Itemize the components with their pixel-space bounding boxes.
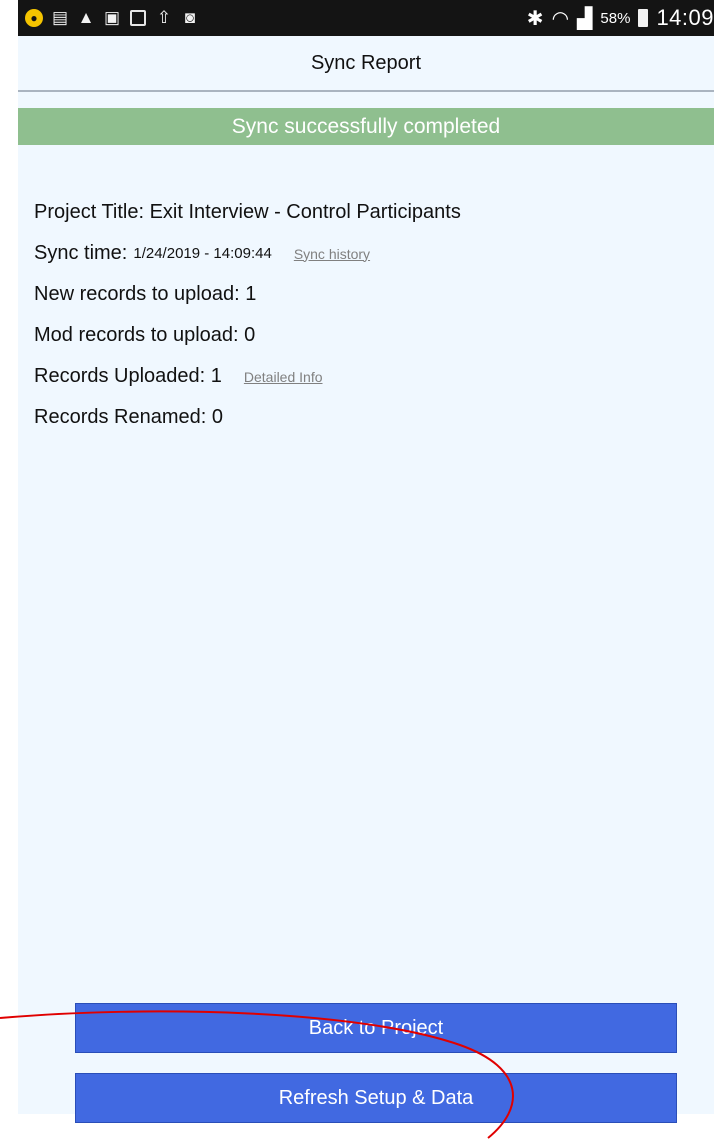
back-to-project-button[interactable]: Back to Project xyxy=(75,1003,677,1053)
records-renamed: Records Renamed: 0 xyxy=(34,406,223,428)
sync-time-label: Sync time: xyxy=(34,242,128,264)
lock-circle-icon: ● xyxy=(24,8,44,28)
refresh-setup-data-button[interactable]: Refresh Setup & Data xyxy=(75,1073,677,1123)
sync-report: Project Title: Exit Interview - Control … xyxy=(34,192,694,438)
records-uploaded: Records Uploaded: 1 xyxy=(34,365,222,387)
app-header: Sync Report xyxy=(18,36,714,92)
bluetooth-icon: ✱ xyxy=(526,7,544,30)
status-bar: ● ▤ ▲ ▣ ⇧ ◙ ✱ ◠ ▟ 58% 14:09 xyxy=(18,0,714,36)
image-icon xyxy=(128,8,148,28)
back-to-project-label: Back to Project xyxy=(308,1016,444,1039)
app-screen: ● ▤ ▲ ▣ ⇧ ◙ ✱ ◠ ▟ 58% 14:09 Sync Report … xyxy=(18,0,714,1123)
page-title: Sync Report xyxy=(310,51,422,74)
notification-icons: ● ▤ ▲ ▣ ⇧ ◙ xyxy=(18,8,200,28)
refresh-setup-data-label: Refresh Setup & Data xyxy=(278,1086,474,1109)
battery-icon xyxy=(638,9,649,27)
clock: 14:09 xyxy=(656,5,714,30)
project-title-row: Project Title: Exit Interview - Control … xyxy=(34,192,694,233)
wifi-icon: ◠ xyxy=(551,7,570,30)
system-icons: ✱ ◠ ▟ 58% 14:09 xyxy=(527,5,714,31)
shield-icon: ◙ xyxy=(184,8,196,27)
mod-records: Mod records to upload: 0 xyxy=(34,324,256,346)
success-banner: Sync successfully completed xyxy=(18,108,714,145)
warning-icon: ▲ xyxy=(77,8,95,27)
signal-icon: ▟ xyxy=(577,7,593,30)
battery-percent: 58% xyxy=(600,9,631,27)
gallery-icon: ▣ xyxy=(103,8,121,27)
detailed-info-link[interactable]: Detailed Info xyxy=(244,369,323,385)
sync-time-row: Sync time: 1/24/2019 - 14:09:44 Sync his… xyxy=(34,233,694,274)
records-renamed-row: Records Renamed: 0 xyxy=(34,397,694,438)
records-uploaded-row: Records Uploaded: 1 Detailed Info xyxy=(34,356,694,397)
sync-time-value: 1/24/2019 - 14:09:44 xyxy=(133,245,272,262)
banner-text: Sync successfully completed xyxy=(231,114,501,138)
upload-icon: ⇧ xyxy=(156,8,172,27)
project-title: Project Title: Exit Interview - Control … xyxy=(34,201,461,223)
new-records: New records to upload: 1 xyxy=(34,283,257,305)
mod-records-row: Mod records to upload: 0 xyxy=(34,315,694,356)
new-records-row: New records to upload: 1 xyxy=(34,274,694,315)
reader-icon: ▤ xyxy=(51,8,69,27)
sync-history-link[interactable]: Sync history xyxy=(294,246,370,262)
